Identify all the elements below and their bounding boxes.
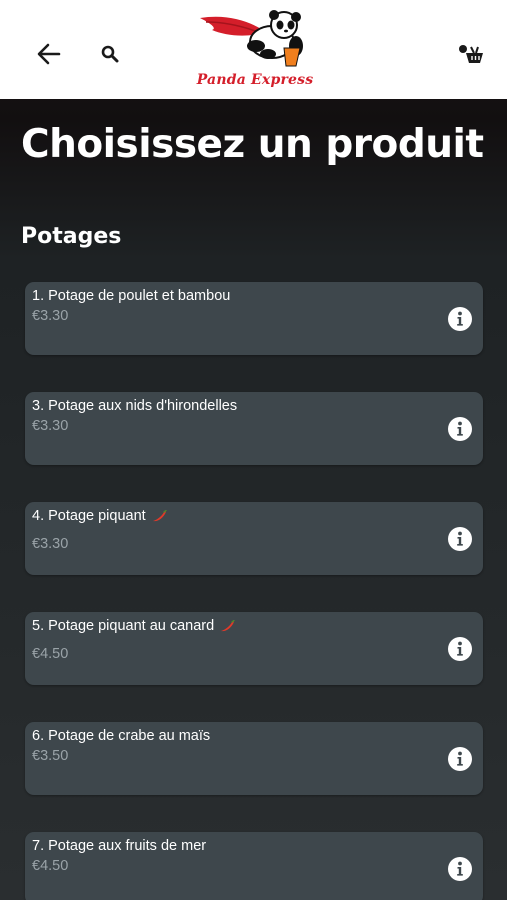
logo-text: Panda Express	[196, 72, 314, 88]
arrow-left-icon	[37, 43, 61, 65]
back-button[interactable]	[32, 38, 66, 70]
info-button[interactable]	[448, 417, 472, 441]
search-button[interactable]	[96, 38, 124, 70]
product-price: €4.50	[32, 858, 69, 874]
search-icon	[101, 45, 119, 63]
product-name: 1. Potage de poulet et bambou	[32, 288, 231, 304]
info-icon	[457, 311, 463, 326]
product-price: €3.30	[32, 536, 69, 552]
product-price: €3.30	[32, 308, 69, 324]
info-button[interactable]	[448, 747, 472, 771]
product-card[interactable]: 6. Potage de crabe au maïs €3.50	[25, 722, 483, 795]
info-icon	[457, 531, 463, 546]
info-icon	[457, 641, 463, 656]
product-price: €4.50	[32, 646, 69, 662]
app-header: Panda Express	[0, 0, 507, 99]
panda-express-logo[interactable]: Panda Express	[196, 10, 314, 92]
info-icon	[457, 751, 463, 766]
product-name: 4. Potage piquant	[32, 508, 167, 524]
product-list: 1. Potage de poulet et bambou €3.30 3. P…	[25, 282, 483, 900]
product-price: €3.50	[32, 748, 69, 764]
info-button[interactable]	[448, 527, 472, 551]
product-card[interactable]: 3. Potage aux nids d'hirondelles €3.30	[25, 392, 483, 465]
chili-pepper-icon	[221, 620, 235, 632]
product-name: 3. Potage aux nids d'hirondelles	[32, 398, 238, 414]
product-name: 6. Potage de crabe au maïs	[32, 728, 211, 744]
product-card[interactable]: 7. Potage aux fruits de mer €4.50	[25, 832, 483, 900]
cart-icon	[459, 45, 483, 63]
info-icon	[457, 421, 463, 436]
product-card[interactable]: 5. Potage piquant au canard €4.50	[25, 612, 483, 685]
cart-button[interactable]	[454, 38, 488, 70]
panda-mascot-icon	[200, 10, 303, 67]
product-card[interactable]: 4. Potage piquant €3.30	[25, 502, 483, 575]
page-title: Choisissez un produit	[21, 122, 484, 167]
chili-pepper-icon	[152, 510, 167, 522]
info-button[interactable]	[448, 637, 472, 661]
info-button[interactable]	[448, 857, 472, 881]
info-icon	[457, 861, 463, 876]
product-card[interactable]: 1. Potage de poulet et bambou €3.30	[25, 282, 483, 355]
product-price: €3.30	[32, 418, 69, 434]
product-name: 5. Potage piquant au canard	[32, 618, 235, 634]
info-button[interactable]	[448, 307, 472, 331]
product-name: 7. Potage aux fruits de mer	[32, 838, 207, 854]
section-title: Potages	[21, 224, 122, 249]
